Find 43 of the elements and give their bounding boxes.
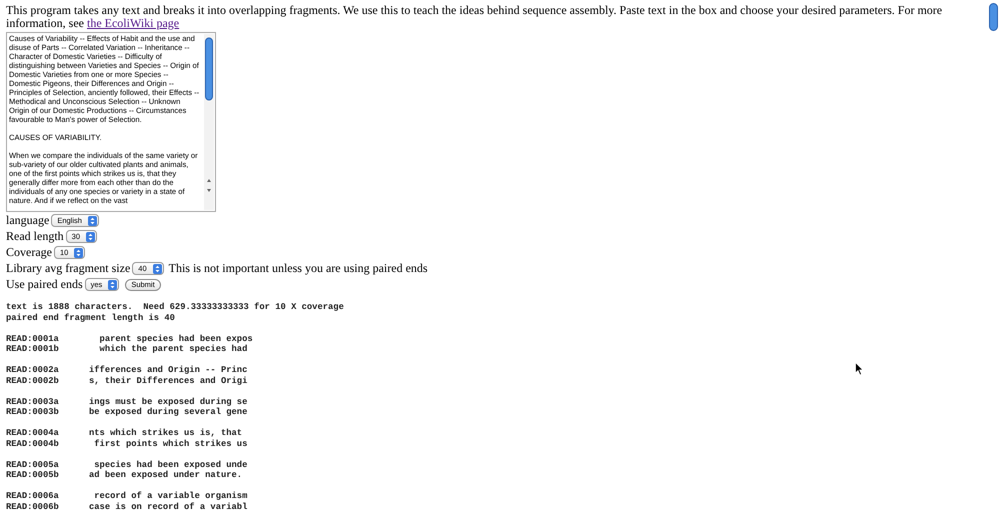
ecoliwiki-link[interactable]: the EcoliWiki page [86,16,180,30]
read-sequence: nts which strikes us is, that [89,428,242,438]
read-id: READ:0003a [6,396,60,407]
read-id: READ:0005a [6,460,60,470]
read-id: READ:0005b [6,470,60,480]
intro-paragraph: This program takes any text and breaks it into overlapping fragments. We use this to teach the ideas behind sequence assembly. Paste text in the box and choose your desired parameters. For more information, see the EcoliWiki page [6,4,944,30]
read-sequence: first points which strikes us [93,438,248,449]
field-label: Library avg fragment size [6,261,130,276]
read-id: READ:0002b [6,376,60,386]
stepper-arrows-icon [88,216,97,226]
read-id: READ:0002a [6,365,60,376]
read-id: READ:0006a [6,491,60,502]
stepper-arrows-icon [152,264,162,274]
field-label: Read length [6,229,64,244]
stepper-arrows-icon [86,232,95,242]
read-sequence: which the parent species had [98,344,248,354]
read-id: READ:0001b [6,344,60,354]
stepper-arrows-icon [108,280,118,290]
field-note: This is not important unless you are using paired ends [168,261,428,276]
read-sequence: record of a variable organism [93,491,248,502]
read-id: READ:0006b [6,502,60,512]
read-sequence: case is on record of a variabl [89,502,248,512]
read-sequence: ings must be exposed during se [89,396,248,407]
scrollbar-icon[interactable] [204,34,214,210]
page-scrollbar-icon[interactable] [989,3,998,31]
stepper-arrows-icon [74,248,84,258]
read-sequence: species had been exposed unde [93,460,248,470]
field-label: Coverage [6,245,52,260]
read-sequence: ifferences and Origin -- Princ [89,365,248,376]
field-label: Use paired ends [6,277,83,292]
read-sequence: ad been exposed under nature. [89,470,242,480]
mouse-pointer-icon [855,362,864,376]
output-line: text is 1888 characters. Need 629.33333333333 for 10 X coverage [6,302,345,312]
text-area[interactable] [6,32,216,212]
read-sequence: s, their Differences and Origi [89,376,248,386]
output-line: paired end fragment length is 40 [6,312,176,323]
read-id: READ:0004a [6,428,60,438]
read-sequence: be exposed during several gene [89,407,248,418]
read-id: READ:0001a [6,334,60,344]
read-id: READ:0004b [6,438,60,449]
field-label: language [6,213,50,228]
read-sequence: parent species had been expos [98,334,253,344]
read-id: READ:0003b [6,407,60,418]
